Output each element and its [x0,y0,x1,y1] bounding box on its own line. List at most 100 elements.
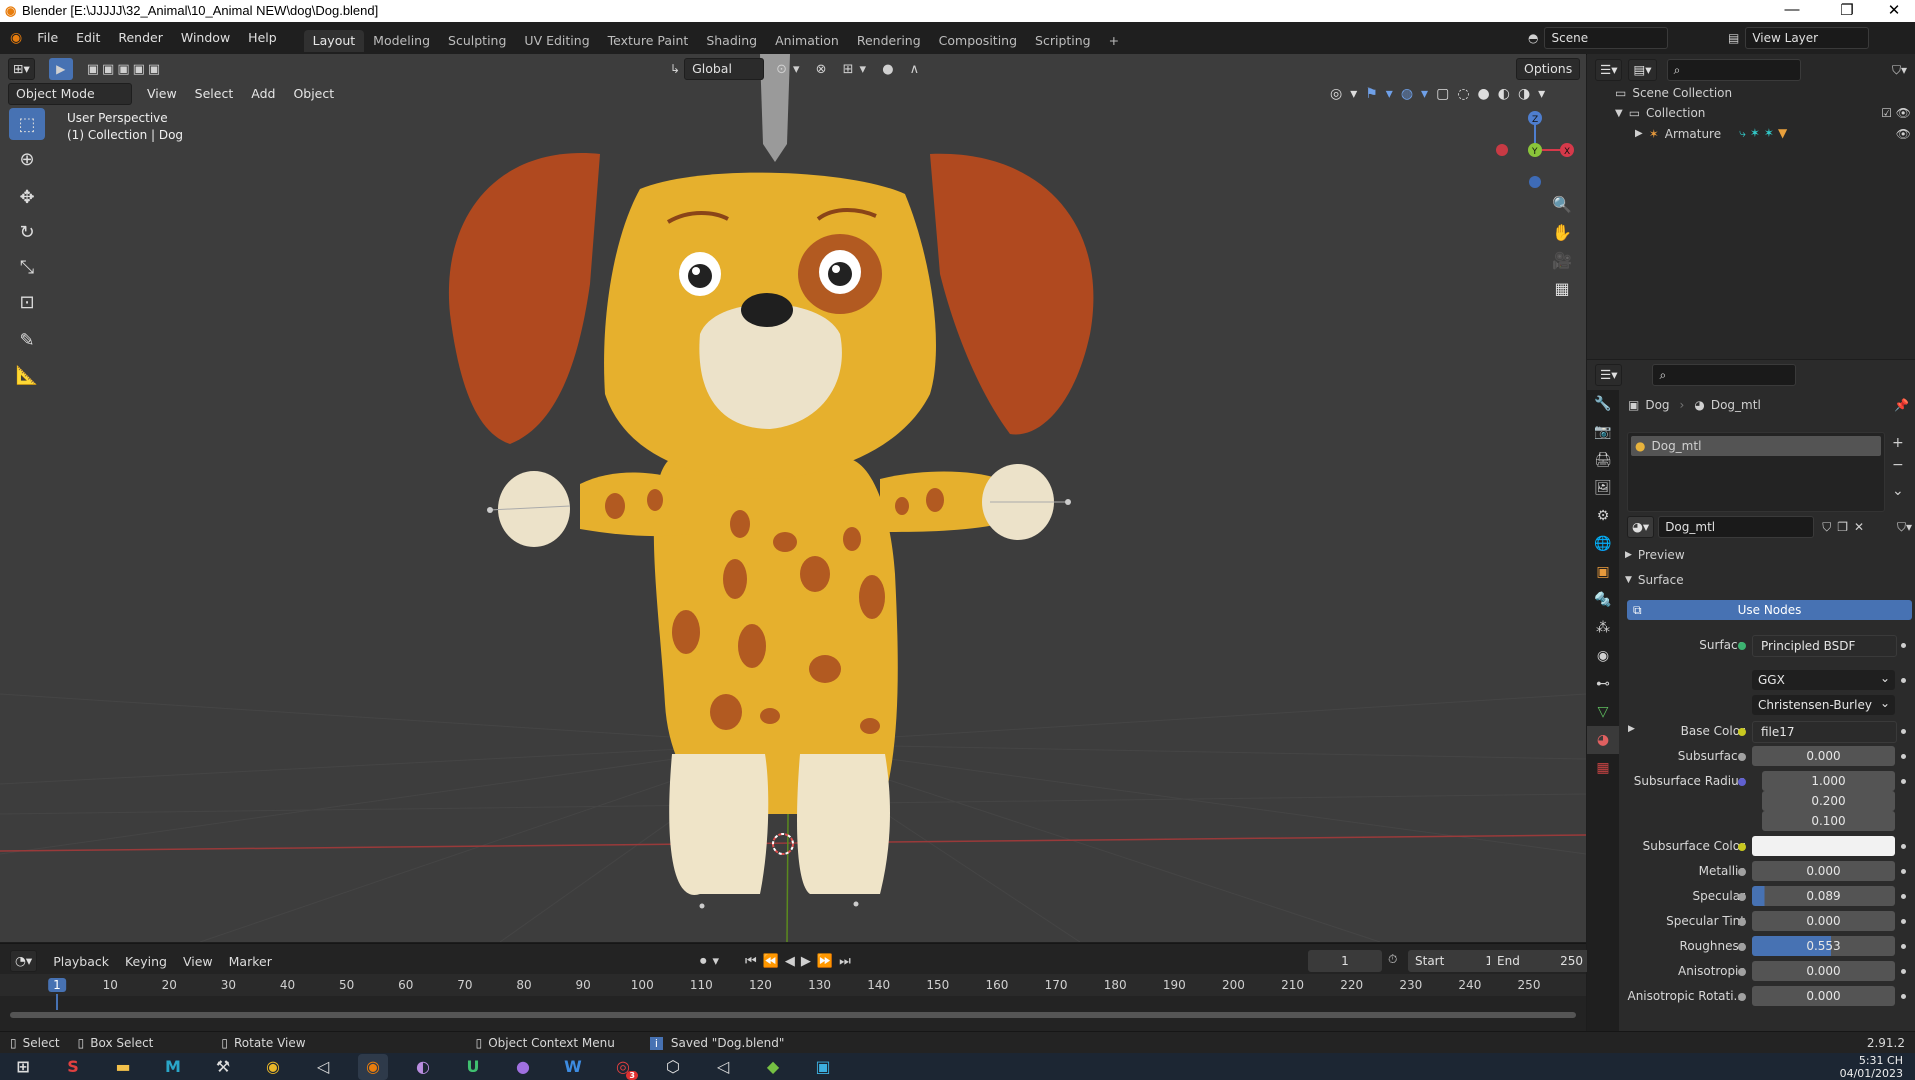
property-field[interactable]: Christensen-Burley ⌄ [1752,695,1895,715]
word-app-icon[interactable]: W [558,1054,588,1080]
scale-tool-icon[interactable]: ⤡ [9,251,45,283]
ortho-grid-icon[interactable]: ▦ [1547,274,1577,302]
transform-orientation-dropdown[interactable]: Global [684,58,765,80]
display-mode-icon[interactable]: ▤▾ [1628,59,1657,81]
property-field[interactable] [1752,836,1895,856]
property-field[interactable]: 0.553 [1752,936,1895,956]
maya-app-icon[interactable]: M [158,1054,188,1080]
properties-editor-type-icon[interactable]: ☰▾ [1595,364,1623,386]
material-tab-icon[interactable]: ◕ [1587,726,1619,754]
keyframe-dot-icon[interactable] [1901,994,1906,999]
scene-field[interactable]: Scene [1544,27,1669,49]
cursor-tool-icon[interactable]: ⊕ [9,143,45,175]
shading-mode-icons[interactable]: ◌●◐◑▾ [1457,86,1553,102]
filter-icon[interactable]: ⛉▾ [1892,63,1907,78]
tab-modeling[interactable]: Modeling [364,30,439,52]
end-frame-field[interactable]: End 250 [1490,950,1590,972]
remove-slot-button[interactable]: − [1892,454,1904,476]
blender-menu-icon[interactable]: ◉ [10,30,22,46]
socket-dot-icon[interactable] [1738,753,1746,761]
system-clock[interactable]: 5:31 CH 04/01/2023 [1840,1054,1903,1080]
viewport-menu-object[interactable]: Object [284,84,343,104]
keyframe-dot-icon[interactable] [1901,969,1906,974]
viewport-menu-select[interactable]: Select [186,84,243,104]
eye-icon[interactable]: 👁 [1896,127,1911,141]
property-field[interactable]: 0.000 [1752,961,1895,981]
property-field[interactable]: 0.000 [1752,911,1895,931]
property-field[interactable]: GGX ⌄ [1752,670,1895,690]
output-tab-icon[interactable]: 🖨 [1587,446,1619,474]
socket-dot-icon[interactable] [1738,918,1746,926]
property-field[interactable]: 0.000 [1752,746,1895,766]
surface-panel-header[interactable]: ▼ Surface [1625,573,1684,587]
pan-hand-icon[interactable]: ✋ [1547,218,1577,246]
measure-tool-icon[interactable]: 📐 [9,359,45,391]
viewport-menu-view[interactable]: View [138,84,186,104]
jump-end-icon[interactable]: ⏭ [839,954,857,969]
tab-sculpting[interactable]: Sculpting [439,30,515,52]
add-slot-button[interactable]: + [1892,432,1904,454]
selection-mode-icons[interactable]: ▣▣▣▣▣ [87,62,163,77]
playhead-line[interactable] [56,994,58,1010]
select-tool-icon[interactable]: ▶ [48,58,73,80]
substance-app-icon[interactable]: ◐ [408,1054,438,1080]
transform-tool-icon[interactable]: ⊡ [9,286,45,318]
keying-menu[interactable]: Keying [117,954,175,969]
scene-selector[interactable]: ◓ Scene [1528,27,1669,49]
timeline-scrollbar[interactable] [10,1012,1576,1018]
data-tab-icon[interactable]: ▽ [1587,698,1619,726]
material-name-field[interactable]: Dog_mtl [1658,516,1815,538]
navigation-gizmo[interactable]: Z Y X [1492,108,1574,190]
unity-hub-icon[interactable]: ⬡ [658,1054,688,1080]
material-filter-icon[interactable]: ⛉▾ [1897,520,1912,535]
property-field[interactable]: 0.100 [1762,811,1895,831]
select-box-tool-icon[interactable]: ⬚ [9,108,45,140]
move-tool-icon[interactable]: ✥ [9,181,45,213]
material-action-icons[interactable]: ⛉❐✕ [1822,520,1870,535]
jump-start-icon[interactable]: ⏮ [745,954,763,969]
next-keyframe-icon[interactable]: ⏩ [817,954,839,969]
minimize-button[interactable]: — [1772,1,1812,18]
property-field[interactable]: 0.089 [1752,886,1895,906]
socket-dot-icon[interactable] [1738,728,1746,736]
pin-icon[interactable]: 📌 [1894,398,1909,412]
expand-arrow-icon[interactable]: ▶ [1628,724,1635,734]
keyframe-dot-icon[interactable] [1901,869,1906,874]
start-frame-field[interactable]: Start1 [1408,950,1500,972]
particles-tab-icon[interactable]: ⁂ [1587,614,1619,642]
overlay-toggle-icon[interactable]: ◍▾ [1401,86,1436,102]
close-button[interactable]: ✕ [1874,1,1914,19]
upwork-app-icon[interactable]: U [458,1054,488,1080]
blender-taskbar-icon[interactable]: ◉ [358,1053,388,1080]
tab-layout[interactable]: Layout [303,29,365,52]
tool-tab-icon[interactable]: 🔧 [1587,390,1619,418]
checkbox-icon[interactable]: ☑ 👁 [1881,106,1911,120]
frame-ruler[interactable]: 1 10 20 30 40 50 60 70 80 90 100 110 120 130 140 150 160… [0,974,1586,1010]
snap-proportional-icons[interactable]: ⊙▾ ⊗ ⊞▾ ● ∧ [776,62,925,77]
3d-viewport[interactable] [0,54,1586,942]
menu-help[interactable]: Help [239,22,286,54]
play-icon[interactable]: ▶ [801,954,817,969]
texture-tab-icon[interactable]: ▦ [1587,754,1619,782]
menu-render[interactable]: Render [109,22,172,54]
tab-texture-paint[interactable]: Texture Paint [599,30,698,52]
options-dropdown[interactable]: Options [1516,58,1581,80]
tab-animation[interactable]: Animation [766,30,848,52]
mode-dropdown[interactable]: Object Mode [8,83,132,105]
socket-dot-icon[interactable] [1738,943,1746,951]
render-tab-icon[interactable]: 📷 [1587,418,1619,446]
security-app-icon[interactable]: S [58,1054,88,1080]
camera-view-icon[interactable]: 🎥 [1547,246,1577,274]
outliner-item-scene-collection[interactable]: ▭ Scene Collection [1615,86,1732,100]
keyframe-dot-icon[interactable] [1901,678,1906,683]
timeline-view-menu[interactable]: View [175,954,221,969]
use-nodes-button[interactable]: ⧉ Use Nodes [1627,600,1912,620]
browse-material-icon[interactable]: ◕▾ [1627,516,1655,538]
playback-menu[interactable]: Playback [45,954,117,969]
3d-cursor[interactable] [772,833,794,855]
socket-dot-icon[interactable] [1738,893,1746,901]
view-layer-field[interactable]: View Layer [1745,27,1870,49]
marker-menu[interactable]: Marker [221,954,280,969]
prev-keyframe-icon[interactable]: ⏪ [763,954,785,969]
socket-dot-icon[interactable] [1738,968,1746,976]
